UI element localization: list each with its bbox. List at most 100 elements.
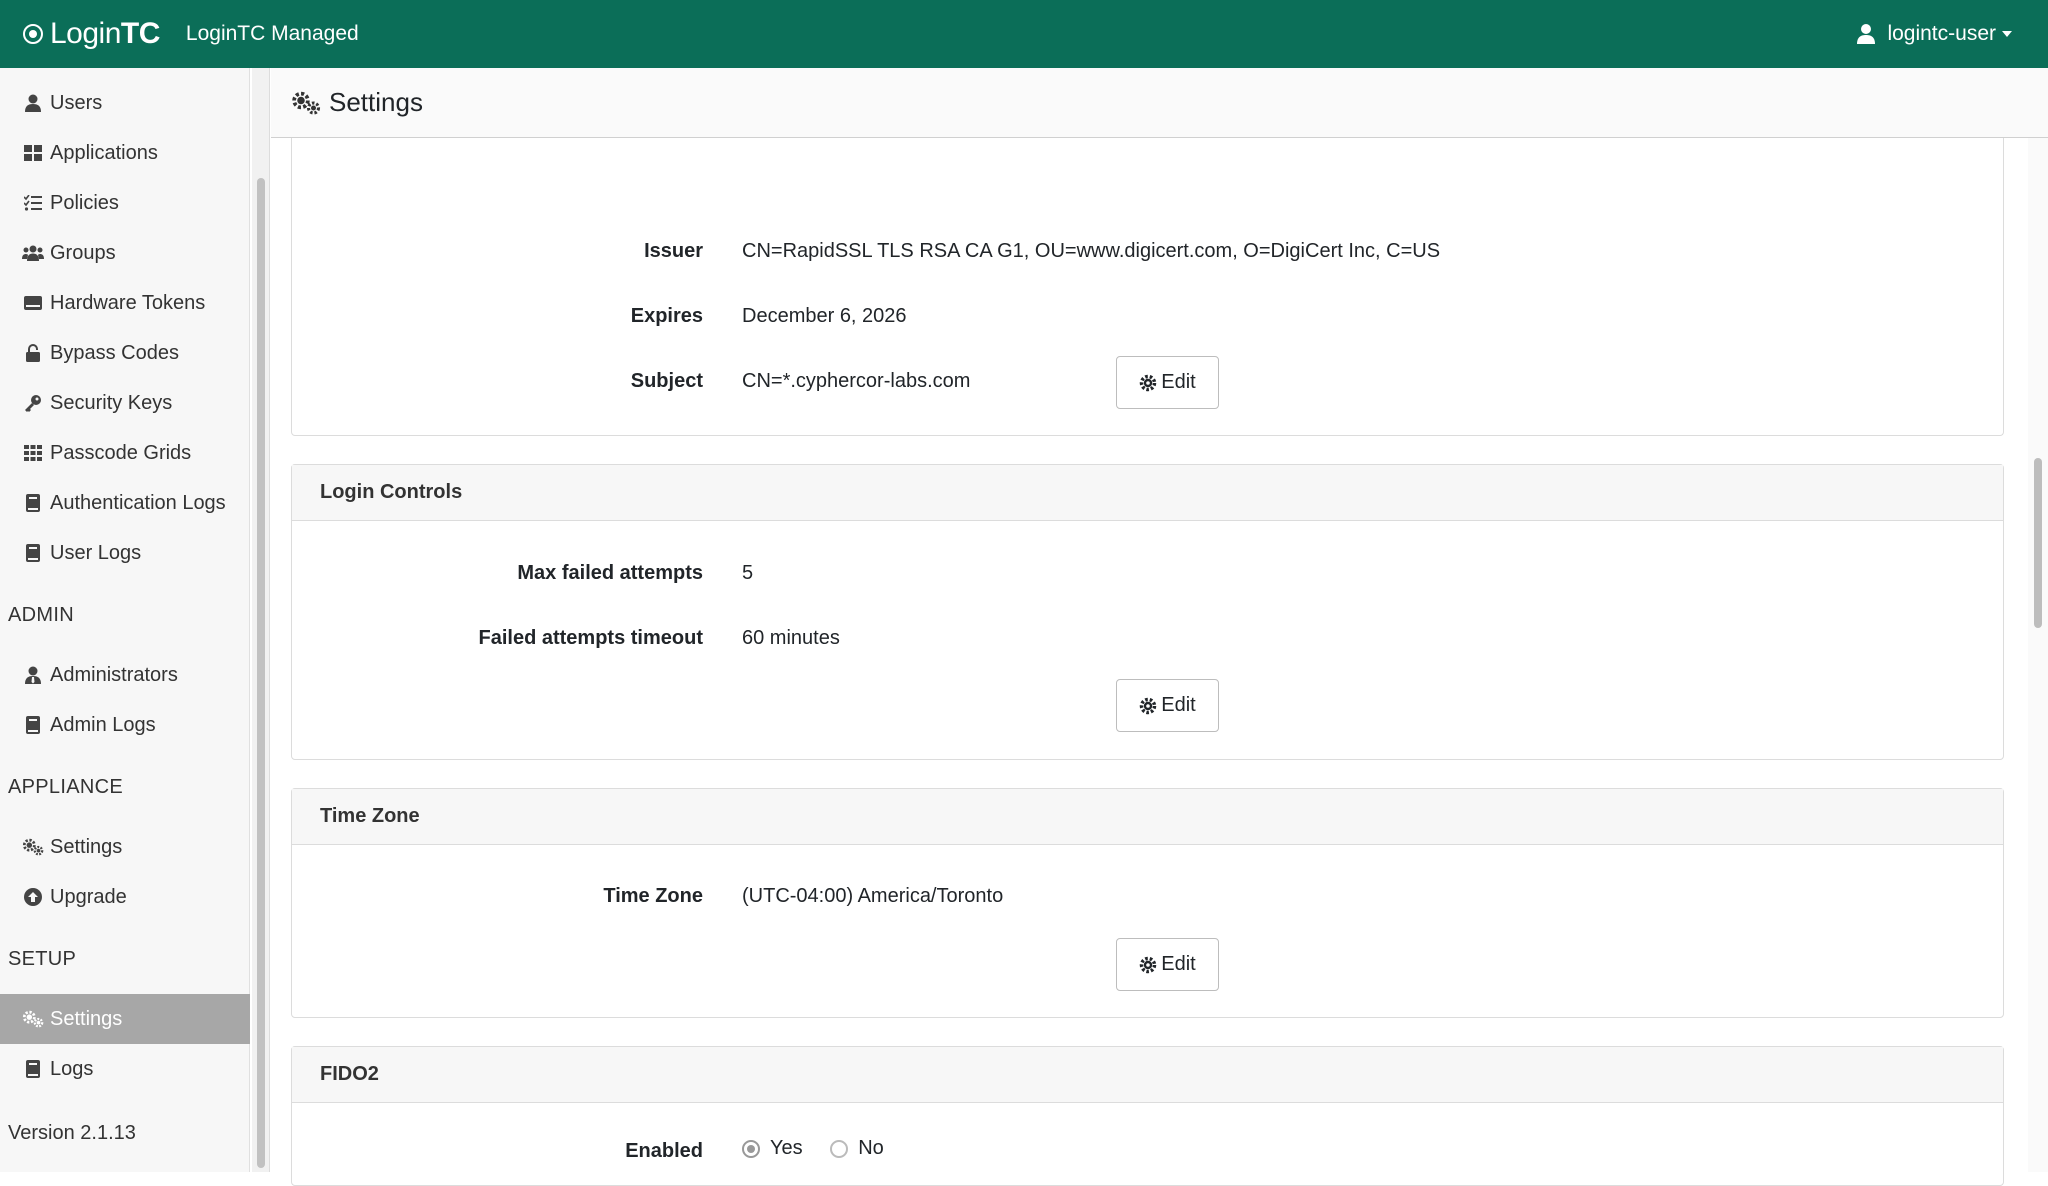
sidebar-item-policies[interactable]: Policies: [0, 178, 250, 228]
sidebar-item-label: Passcode Grids: [50, 441, 192, 464]
users-icon: [22, 242, 44, 264]
cogs-icon: [292, 91, 321, 115]
fido2-card: FIDO2 Enabled Yes No: [291, 1046, 2004, 1186]
sidebar-item-authentication-logs[interactable]: Authentication Logs: [0, 478, 250, 528]
sidebar-item-label: Users: [50, 91, 103, 114]
fido2-no-label: No: [858, 1137, 884, 1159]
sidebar: Users Applications Policies Groups Hardw…: [0, 68, 250, 1172]
radio-checked-icon: [742, 1139, 760, 1158]
timeout-value: 60 minutes: [742, 627, 840, 649]
sidebar-item-user-logs[interactable]: User Logs: [0, 528, 250, 578]
timeout-label: Failed attempts timeout: [478, 627, 703, 649]
user-tie-icon: [22, 664, 44, 686]
page-title: Settings: [329, 87, 423, 117]
certificate-edit-button[interactable]: Edit: [1116, 356, 1219, 409]
sidebar-item-passcode-grids[interactable]: Passcode Grids: [0, 428, 250, 478]
sidebar-item-label: Admin Logs: [50, 713, 156, 736]
login-controls-header: Login Controls: [292, 465, 2003, 521]
subject-label: Subject: [630, 370, 703, 392]
book-icon: [22, 1058, 44, 1080]
sidebar-item-hardware-tokens[interactable]: Hardware Tokens: [0, 278, 250, 328]
fido2-enabled-row: Enabled Yes No: [292, 1137, 2003, 1170]
sidebar-item-groups[interactable]: Groups: [0, 228, 250, 278]
time-zone-row: Time Zone (UTC-04:00) America/Toronto: [292, 885, 2003, 915]
page-header: Settings: [271, 68, 2048, 138]
sidebar-item-logs[interactable]: Logs: [0, 1044, 250, 1094]
gear-icon: [1140, 956, 1157, 973]
sidebar-item-admin-logs[interactable]: Admin Logs: [0, 700, 250, 750]
logo-text-tc: TC: [120, 17, 161, 50]
time-zone-value: (UTC-04:00) America/Toronto: [742, 885, 1004, 907]
sidebar-heading-admin: ADMIN: [8, 604, 74, 626]
brand-subtitle: LoginTC Managed: [185, 22, 359, 45]
sidebar-item-users[interactable]: Users: [0, 78, 250, 128]
logo-eye-icon: [23, 24, 43, 44]
sidebar-item-label: User Logs: [50, 541, 142, 564]
grid-3x3-icon: [22, 442, 44, 464]
book-icon: [22, 492, 44, 514]
caret-down-icon: [2002, 31, 2012, 37]
content-scrollbar[interactable]: [2028, 138, 2048, 1172]
max-failed-label: Max failed attempts: [517, 562, 703, 584]
book-icon: [22, 542, 44, 564]
sidebar-scrollbar[interactable]: [252, 68, 270, 1172]
sidebar-item-setup-settings[interactable]: Settings: [0, 994, 250, 1044]
arrow-circle-up-icon: [22, 886, 44, 908]
sidebar-item-administrators[interactable]: Administrators: [0, 650, 250, 700]
login-controls-edit-button[interactable]: Edit: [1116, 679, 1219, 732]
logintc-logo: Login TC: [22, 17, 160, 51]
brand[interactable]: Login TC LoginTC Managed: [22, 0, 359, 68]
edit-button-label: Edit: [1161, 371, 1196, 393]
key-icon: [22, 392, 44, 414]
book-icon: [22, 714, 44, 736]
main-content: Settings Issuer CN=RapidSSL TLS RSA CA G…: [271, 68, 2048, 1186]
expires-row: Expires December 6, 2026: [292, 305, 2003, 335]
sidebar-item-applications[interactable]: Applications: [0, 128, 250, 178]
fido2-yes-label: Yes: [770, 1137, 803, 1159]
sidebar-item-label: Bypass Codes: [50, 341, 179, 364]
sidebar-item-label: Administrators: [50, 663, 178, 686]
max-failed-row: Max failed attempts 5: [292, 562, 2003, 592]
sidebar-item-upgrade[interactable]: Upgrade: [0, 872, 250, 922]
sidebar-item-label: Upgrade: [50, 885, 127, 908]
sidebar-item-bypass-codes[interactable]: Bypass Codes: [0, 328, 250, 378]
fido2-no-radio[interactable]: No: [830, 1137, 884, 1160]
fido2-yes-radio[interactable]: Yes: [742, 1137, 803, 1160]
sidebar-item-label: Groups: [50, 241, 116, 264]
sidebar-scrollbar-thumb[interactable]: [257, 178, 265, 1168]
user-icon: [1857, 24, 1876, 44]
edit-button-label: Edit: [1161, 953, 1196, 975]
gear-icon: [1140, 697, 1157, 714]
time-zone-label: Time Zone: [603, 885, 703, 907]
expires-value: December 6, 2026: [742, 305, 907, 327]
sidebar-item-appliance-settings[interactable]: Settings: [0, 822, 250, 872]
token-icon: [22, 292, 44, 314]
sidebar-item-label: Applications: [50, 141, 158, 164]
unlock-icon: [22, 342, 44, 364]
fido2-header: FIDO2: [292, 1047, 2003, 1103]
edit-button-label: Edit: [1161, 694, 1196, 716]
sidebar-item-label: Security Keys: [50, 391, 173, 414]
content-scrollbar-thumb[interactable]: [2034, 458, 2042, 628]
subject-value: CN=*.cyphercor-labs.com: [742, 370, 971, 392]
sidebar-item-label: Logs: [50, 1057, 94, 1080]
user-menu-dropdown[interactable]: logintc-user: [1857, 0, 2012, 68]
fido2-enabled-options: Yes No: [742, 1137, 906, 1164]
list-check-icon: [22, 192, 44, 214]
user-name: logintc-user: [1887, 22, 1996, 45]
grid-icon: [22, 142, 44, 164]
radio-unchecked-icon: [830, 1139, 849, 1158]
sidebar-heading-setup: SETUP: [8, 948, 77, 970]
sidebar-item-security-keys[interactable]: Security Keys: [0, 378, 250, 428]
sidebar-item-label: Hardware Tokens: [50, 291, 206, 314]
sidebar-heading-appliance: APPLIANCE: [8, 776, 123, 798]
cogs-icon: [22, 836, 44, 858]
sidebar-item-label: Authentication Logs: [50, 491, 226, 514]
cogs-icon: [22, 1008, 44, 1030]
issuer-label: Issuer: [644, 240, 703, 262]
max-failed-value: 5: [742, 562, 754, 584]
time-zone-header: Time Zone: [292, 789, 2003, 845]
sidebar-item-label: Policies: [50, 191, 119, 214]
time-zone-edit-button[interactable]: Edit: [1116, 938, 1219, 991]
top-navbar: Login TC LoginTC Managed logintc-user: [0, 0, 2048, 68]
